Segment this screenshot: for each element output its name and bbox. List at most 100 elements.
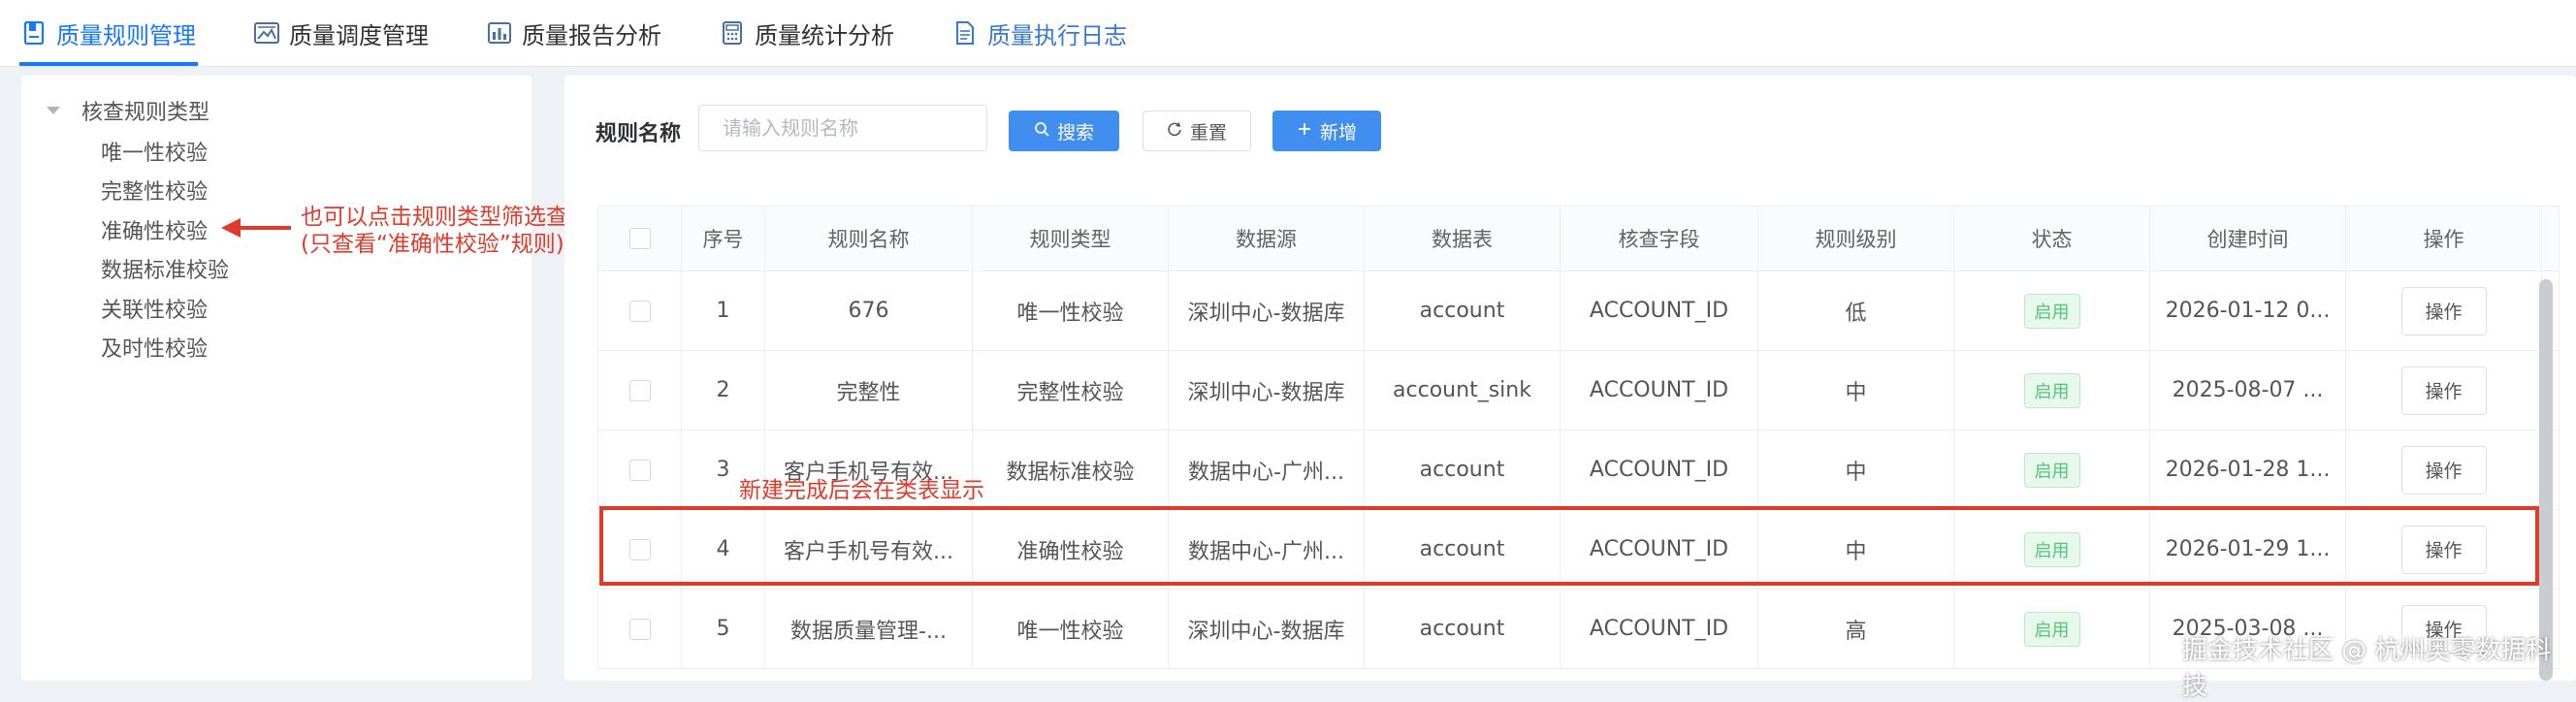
row-select-cell [598, 431, 682, 509]
table-row: 1 676 唯一性校验 深圳中心-数据库 account ACCOUNT_ID … [598, 271, 2560, 351]
row-checkbox[interactable] [628, 379, 651, 401]
status-badge: 启用 [2023, 372, 2080, 408]
tree-root-label: 核查规则类型 [81, 101, 210, 125]
header-gutter [2542, 207, 2560, 271]
cell-rule-name: 客户手机号有效... [765, 510, 973, 589]
cell-no: 5 [682, 590, 765, 668]
row-checkbox[interactable] [628, 538, 651, 560]
table-header-row: 序号 规则名称 规则类型 数据源 数据表 核查字段 规则级别 状态 创建时间 操… [598, 207, 2560, 271]
status-badge: 启用 [2023, 611, 2080, 647]
cell-check-field: ACCOUNT_ID [1561, 351, 1758, 430]
annotation-arrow-icon [221, 218, 291, 238]
cell-rule-name: 676 [765, 271, 973, 350]
tab-label: 质量执行日志 [987, 21, 1127, 49]
tree-item-data-standard[interactable]: 数据标准校验 [101, 253, 229, 284]
cell-check-field: ACCOUNT_ID [1561, 510, 1758, 589]
select-all-checkbox[interactable] [628, 228, 651, 249]
cell-rule-name: 完整性 [765, 351, 973, 430]
cell-created-time: 2026-01-12 0... [2150, 271, 2346, 350]
top-tab-bar: 质量规则管理 质量调度管理 质量报告分析 质量统计分析 质量执行日志 [0, 0, 2576, 67]
cell-status: 启用 [1954, 351, 2150, 430]
row-select-cell [598, 590, 682, 668]
new-row-annotation-note: 新建完成后会在类表显示 [739, 478, 984, 503]
cell-data-source: 深圳中心-数据库 [1169, 590, 1365, 668]
cell-rule-type: 数据标准校验 [973, 431, 1169, 509]
header-data-table: 数据表 [1365, 207, 1561, 271]
table-scrollbar[interactable] [2539, 279, 2553, 681]
cell-data-table: account [1365, 590, 1561, 668]
row-select-cell [598, 510, 682, 589]
tree-item-accuracy[interactable]: 准确性校验 [101, 214, 208, 245]
rule-type-tree-panel: 核查规则类型 唯一性校验 完整性校验 准确性校验 数据标准校验 关联性校验 及时… [21, 76, 531, 681]
add-rule-button[interactable]: 新增 [1272, 111, 1381, 151]
row-action-button[interactable]: 操作 [2400, 445, 2487, 495]
cell-status: 启用 [1954, 590, 2150, 668]
reset-button[interactable]: 重置 [1143, 111, 1251, 151]
add-button-label: 新增 [1319, 121, 1357, 144]
cell-no: 1 [682, 271, 765, 350]
cell-data-source: 深圳中心-数据库 [1169, 351, 1365, 430]
row-action-button[interactable]: 操作 [2400, 525, 2487, 574]
tab-quality-report-analysis[interactable]: 质量报告分析 [487, 0, 661, 66]
cell-check-field: ACCOUNT_ID [1561, 431, 1758, 509]
tree-item-relevance[interactable]: 关联性校验 [101, 293, 208, 324]
cell-data-table: account [1365, 271, 1561, 350]
header-rule-type: 规则类型 [973, 207, 1169, 271]
plus-icon [1297, 121, 1312, 142]
header-select-cell [598, 207, 682, 271]
cell-created-time: 2026-01-28 1... [2150, 431, 2346, 509]
cell-created-time: 2026-01-29 1... [2150, 510, 2346, 589]
tab-quality-statistics-analysis[interactable]: 质量统计分析 [720, 0, 894, 66]
cell-no: 4 [682, 510, 765, 589]
row-select-cell [598, 271, 682, 350]
header-data-source: 数据源 [1169, 207, 1365, 271]
table-row: 2 完整性 完整性校验 深圳中心-数据库 account_sink ACCOUN… [598, 351, 2560, 431]
bar-chart-icon [487, 20, 512, 46]
header-status: 状态 [1954, 207, 2150, 271]
tab-label: 质量报告分析 [522, 21, 661, 49]
schedule-image-icon [254, 20, 279, 46]
row-checkbox[interactable] [628, 459, 651, 481]
rule-table: 序号 规则名称 规则类型 数据源 数据表 核查字段 规则级别 状态 创建时间 操… [597, 206, 2560, 669]
cell-data-table: account [1365, 510, 1561, 589]
status-badge: 启用 [2023, 293, 2080, 329]
cell-rule-type: 准确性校验 [973, 510, 1169, 589]
tab-quality-schedule-management[interactable]: 质量调度管理 [254, 0, 429, 66]
row-select-cell [598, 351, 682, 430]
cell-data-table: account_sink [1365, 351, 1561, 430]
filter-note-line2: (只查看“准确性校验”规则) [301, 232, 564, 257]
cell-actions: 操作 [2346, 510, 2542, 589]
tree-item-completeness[interactable]: 完整性校验 [101, 175, 208, 206]
tree-root-node[interactable]: 核查规则类型 [47, 95, 209, 126]
tab-quality-rule-management[interactable]: 质量规则管理 [19, 0, 198, 66]
row-checkbox[interactable] [628, 618, 651, 640]
header-rule-level: 规则级别 [1758, 207, 1954, 271]
cell-status: 启用 [1954, 510, 2150, 589]
cell-no: 2 [682, 351, 765, 430]
header-no: 序号 [682, 207, 765, 271]
cell-status: 启用 [1954, 271, 2150, 350]
cell-actions: 操作 [2346, 431, 2542, 509]
row-action-button[interactable]: 操作 [2400, 366, 2487, 415]
cell-check-field: ACCOUNT_ID [1561, 590, 1758, 668]
cell-rule-level: 中 [1758, 431, 1954, 509]
status-badge: 启用 [2023, 531, 2080, 567]
row-checkbox[interactable] [628, 300, 651, 322]
row-action-button[interactable]: 操作 [2400, 286, 2487, 335]
rule-list-panel: 规则名称 搜索 重置 新增 序号 规则名称 规则类型 数据源 数据表 核查字段 … [564, 76, 2576, 681]
tab-quality-execution-log[interactable]: 质量执行日志 [952, 0, 1127, 66]
header-check-field: 核查字段 [1561, 207, 1758, 271]
watermark-text: 掘金技术社区 @ 杭州奥零数据科技 [2182, 636, 2552, 701]
table-row: 4 客户手机号有效... 准确性校验 数据中心-广州... account AC… [598, 510, 2560, 590]
header-rule-name: 规则名称 [765, 207, 973, 271]
tree-item-timeliness[interactable]: 及时性校验 [101, 332, 208, 363]
caret-down-icon[interactable] [47, 107, 60, 114]
rule-name-label: 规则名称 [596, 122, 682, 146]
calculator-icon [720, 20, 745, 46]
cell-data-source: 数据中心-广州... [1169, 510, 1365, 589]
rule-name-input[interactable] [698, 105, 987, 151]
cell-rule-type: 完整性校验 [973, 351, 1169, 430]
tree-item-uniqueness[interactable]: 唯一性校验 [101, 136, 208, 167]
search-button[interactable]: 搜索 [1009, 111, 1119, 151]
cell-rule-type: 唯一性校验 [973, 590, 1169, 668]
